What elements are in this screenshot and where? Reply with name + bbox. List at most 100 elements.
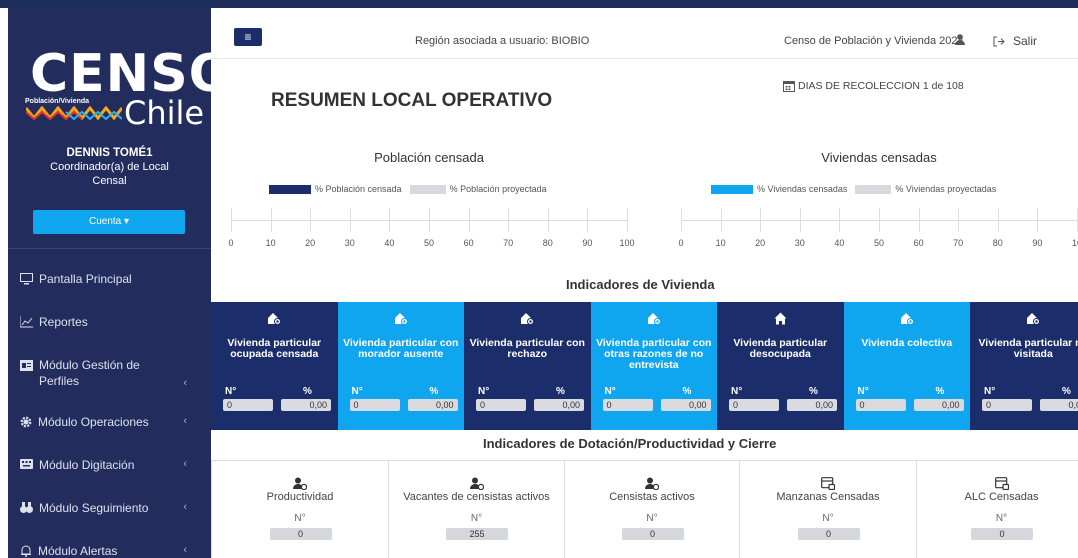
grid-line xyxy=(627,208,628,232)
chevron-left-icon: ‹ xyxy=(183,544,187,556)
chart-icon xyxy=(20,316,33,328)
legend-swatch-proyectada xyxy=(409,184,446,194)
main-content: ≡ Región asociada a usuario: BIOBIO Cens… xyxy=(211,0,1078,558)
gear-icon xyxy=(20,416,32,428)
n-header: N° xyxy=(995,513,1008,524)
dotacion-cell: Productividad N° 0 xyxy=(211,461,388,558)
sidebar-item-alertas[interactable]: Módulo Alertas ‹ xyxy=(20,544,205,558)
sidebar-item-gestion-perfiles[interactable]: Módulo Gestión de Perfiles ‹ xyxy=(20,357,205,389)
tick-label: 0 xyxy=(678,238,684,248)
card-label: Vivienda particular ocupada censada xyxy=(227,337,322,360)
pct-header: % xyxy=(303,386,312,397)
tick-label: 60 xyxy=(913,238,924,248)
cell-value: 0 xyxy=(971,528,1033,540)
logout-label: Salir xyxy=(1013,34,1038,48)
chevron-left-icon: ‹ xyxy=(183,458,187,470)
percent-value: 0,00 xyxy=(1040,399,1078,411)
keyboard-icon xyxy=(20,459,33,469)
vivienda-section-title: Indicadores de Vivienda xyxy=(566,277,715,292)
cuenta-button[interactable]: Cuenta ▾ xyxy=(33,210,185,234)
tick-label: 20 xyxy=(305,238,316,248)
sidebar-item-operaciones[interactable]: Módulo Operaciones ‹ xyxy=(20,415,205,429)
chart-poblacion: Población censada % Población censada % … xyxy=(228,150,635,250)
vivienda-card: Vivienda particular con rechazo N°% 0 0,00 xyxy=(464,302,591,430)
house-gear-icon xyxy=(970,312,1078,330)
tick-label: 80 xyxy=(992,238,1003,248)
pct-header: % xyxy=(556,386,565,397)
card-label: Vivienda particular con rechazo xyxy=(469,337,585,360)
pct-header: % xyxy=(809,386,818,397)
grid-line xyxy=(997,208,999,232)
vivienda-card: Vivienda particular no visitada N°% 0 0,00 xyxy=(970,302,1078,430)
dotacion-row: Productividad N° 0 Vacantes de censistas ac… xyxy=(211,460,1078,558)
count-value: 0 xyxy=(729,399,779,411)
tick-label: 0 xyxy=(228,238,234,248)
house-gear-icon xyxy=(844,312,971,330)
n-header: N° xyxy=(984,386,996,397)
logout-button[interactable]: Salir xyxy=(993,34,1037,48)
card-label: Vivienda particular con morador ausente xyxy=(343,337,459,360)
chart-axis: 0 10 20 30 40 50 60 70 80 90 100 xyxy=(228,208,635,248)
n-header: N° xyxy=(225,386,237,397)
tick-label: 10 xyxy=(265,238,276,248)
cell-label: Censistas activos xyxy=(609,491,695,503)
user-icon[interactable] xyxy=(955,34,965,45)
collection-days-text: DIAS DE RECOLECCION 1 de 108 xyxy=(798,80,964,92)
top-navbar: ≡ Región asociada a usuario: BIOBIO Cens… xyxy=(211,25,1078,59)
vivienda-cards: Vivienda particular ocupada censada N°% 0 0… xyxy=(211,302,1078,430)
pct-header: % xyxy=(682,386,692,397)
page-title: RESUMEN LOCAL OPERATIVO xyxy=(271,90,553,111)
tick-label: 80 xyxy=(542,238,553,248)
house-gear-icon xyxy=(211,312,338,330)
chart-title: Población censada xyxy=(374,150,484,165)
tick-label: 40 xyxy=(384,238,395,248)
grid-line xyxy=(349,208,351,232)
sidebar-item-label: Reportes xyxy=(39,315,88,329)
count-value: 0 xyxy=(602,399,653,411)
chart-title: Viviendas censadas xyxy=(821,150,937,165)
percent-value: 0,00 xyxy=(407,399,458,411)
grid-line xyxy=(231,208,232,232)
card-label: Vivienda particular no visitada xyxy=(978,337,1078,360)
tick-label: 30 xyxy=(794,238,805,248)
sidebar-item-pantalla-principal[interactable]: Pantalla Principal xyxy=(20,272,205,286)
sidebar-item-label: Módulo Gestión de Perfiles xyxy=(39,358,140,388)
tick-label: 50 xyxy=(423,238,435,248)
dotacion-cell: Manzanas Censadas N° 0 xyxy=(739,461,916,558)
sidebar-item-seguimiento[interactable]: Módulo Seguimiento ‹ xyxy=(20,501,205,515)
grid-line xyxy=(839,208,841,232)
vivienda-card: Vivienda particular desocupada N°% 0 0,00 xyxy=(717,302,844,430)
sidebar-item-digitacion[interactable]: Módulo Digitación ‹ xyxy=(20,458,205,472)
count-value: 0 xyxy=(349,399,400,411)
n-header: N° xyxy=(478,386,490,397)
dotacion-cell: Censistas activos N° 0 xyxy=(564,461,739,558)
sidebar-item-label: Pantalla Principal xyxy=(39,272,132,286)
grid-line xyxy=(879,208,880,232)
collection-days: DIAS DE RECOLECCION 1 de 108 xyxy=(783,80,964,92)
grid-line xyxy=(760,208,762,232)
card-label: Vivienda particular desocupada xyxy=(733,337,828,360)
logo-censo-text: CENSO xyxy=(30,44,234,104)
binoculars-icon xyxy=(20,502,33,513)
legend-label: % Viviendas censadas xyxy=(757,184,848,194)
card-label: Vivienda colectiva xyxy=(861,337,953,349)
chart-axis: 0 10 20 30 40 50 60 70 80 90 10 xyxy=(678,208,1078,248)
legend-swatch-censadas xyxy=(711,184,753,194)
chart-legend: % Viviendas censadas % Viviendas proyect… xyxy=(711,184,996,194)
grid-line xyxy=(681,208,682,232)
sidebar-item-label: Módulo Digitación xyxy=(39,458,135,472)
pct-header: % xyxy=(1062,386,1071,397)
tick-label: 100 xyxy=(619,238,635,248)
tick-label: 30 xyxy=(344,238,355,248)
n-header: N° xyxy=(604,386,616,397)
sidebar-item-reportes[interactable]: Reportes xyxy=(20,315,205,329)
house-gear-icon xyxy=(338,312,465,330)
chevron-left-icon: ‹ xyxy=(183,415,187,427)
percent-value: 0,00 xyxy=(281,399,331,411)
grid-line xyxy=(587,208,589,232)
grid-line xyxy=(468,208,470,232)
censo-logo[interactable]: CENSO Población/Vivienda Chile xyxy=(8,48,233,132)
menu-toggle-button[interactable]: ≡ xyxy=(234,28,262,46)
house-gear-icon xyxy=(464,312,591,330)
pct-header: % xyxy=(935,386,945,397)
